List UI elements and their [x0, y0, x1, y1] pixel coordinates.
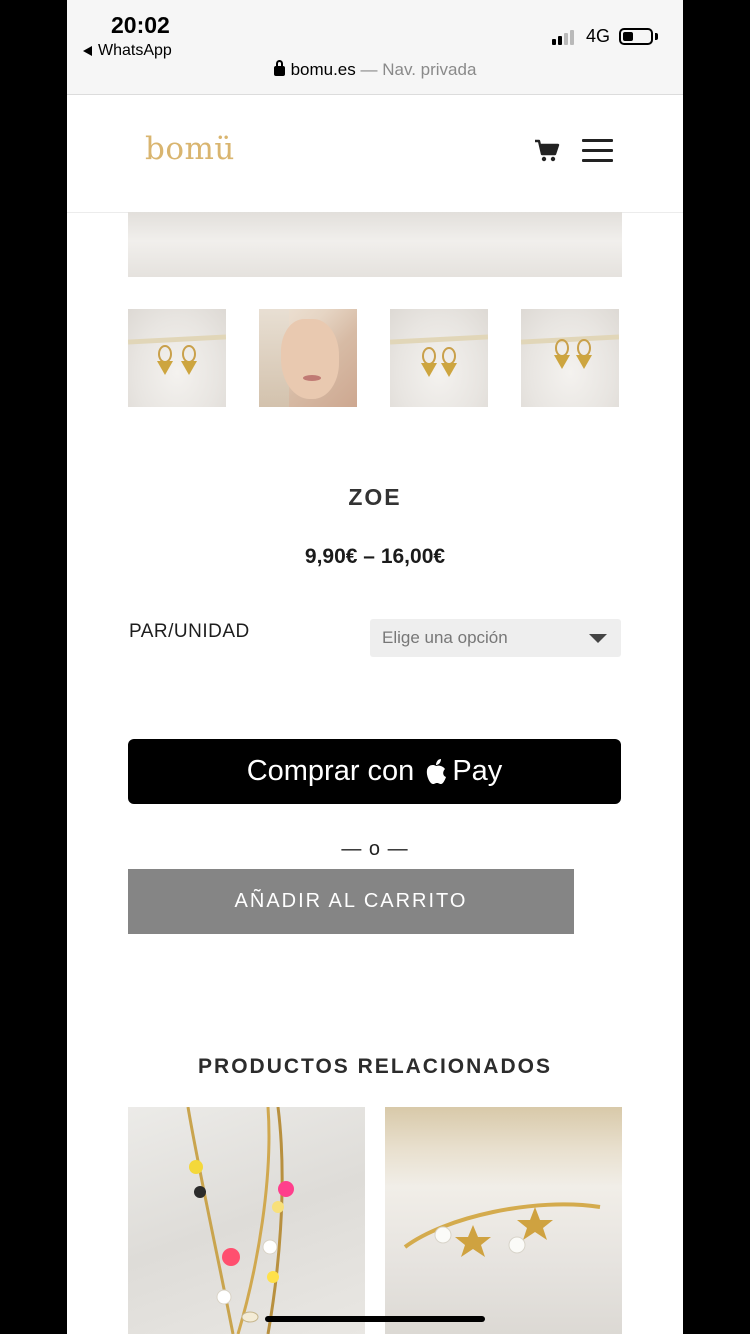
url-separator: —: [360, 60, 378, 79]
lock-icon: [273, 60, 285, 76]
back-to-app-link[interactable]: WhatsApp: [83, 42, 172, 60]
variant-select[interactable]: Elige una opción: [370, 619, 621, 657]
bracelet-image: [403, 1202, 601, 1257]
back-app-label: WhatsApp: [98, 42, 172, 59]
hamburger-menu-icon[interactable]: [582, 139, 613, 163]
thumbnail-earrings-2[interactable]: [390, 309, 488, 407]
related-product-bracelet[interactable]: [385, 1107, 622, 1334]
battery-cap: [655, 33, 658, 40]
signal-icon: [552, 30, 574, 45]
necklace-image: [186, 1107, 294, 1334]
phone-screen: 20:02 WhatsApp 4G bomu.es — Nav. privada…: [67, 0, 683, 1334]
thumbnail-earrings-1[interactable]: [128, 309, 226, 407]
apple-logo-icon: [427, 758, 447, 784]
status-bar: 20:02 WhatsApp 4G bomu.es — Nav. privada: [67, 0, 683, 95]
related-product-necklace[interactable]: [128, 1107, 365, 1334]
apple-pay-brand: Pay: [452, 755, 503, 787]
clock: 20:02: [111, 12, 170, 38]
private-mode-label: Nav. privada: [382, 60, 477, 79]
product-title: ZOE: [348, 484, 402, 510]
add-to-cart-button[interactable]: AÑADIR AL CARRITO: [128, 869, 574, 934]
or-divider: — o —: [341, 838, 409, 860]
site-logo[interactable]: bomü: [145, 131, 235, 167]
cart-icon[interactable]: [534, 139, 560, 163]
address-bar[interactable]: bomu.es — Nav. privada: [67, 60, 683, 80]
thumbnail-model[interactable]: [259, 309, 357, 407]
product-price: 9,90€ – 16,00€: [304, 545, 446, 568]
variant-label: PAR/UNIDAD: [129, 621, 250, 642]
apple-pay-label: Comprar con: [246, 755, 415, 787]
thumbnail-earrings-3[interactable]: [521, 309, 619, 407]
url-domain: bomu.es: [290, 60, 356, 79]
chevron-down-icon: [589, 634, 607, 643]
network-type: 4G: [586, 26, 611, 46]
home-indicator[interactable]: [265, 1316, 485, 1322]
back-arrow-icon: [83, 46, 92, 56]
product-main-image[interactable]: [128, 212, 622, 277]
apple-pay-button[interactable]: Comprar con Pay: [128, 739, 621, 804]
battery-icon: [619, 28, 653, 45]
variant-select-value: Elige una opción: [382, 628, 508, 647]
related-products-heading: PRODUCTOS RELACIONADOS: [198, 1055, 552, 1078]
site-header: bomü: [67, 95, 683, 213]
product-thumbnails: [128, 309, 619, 407]
